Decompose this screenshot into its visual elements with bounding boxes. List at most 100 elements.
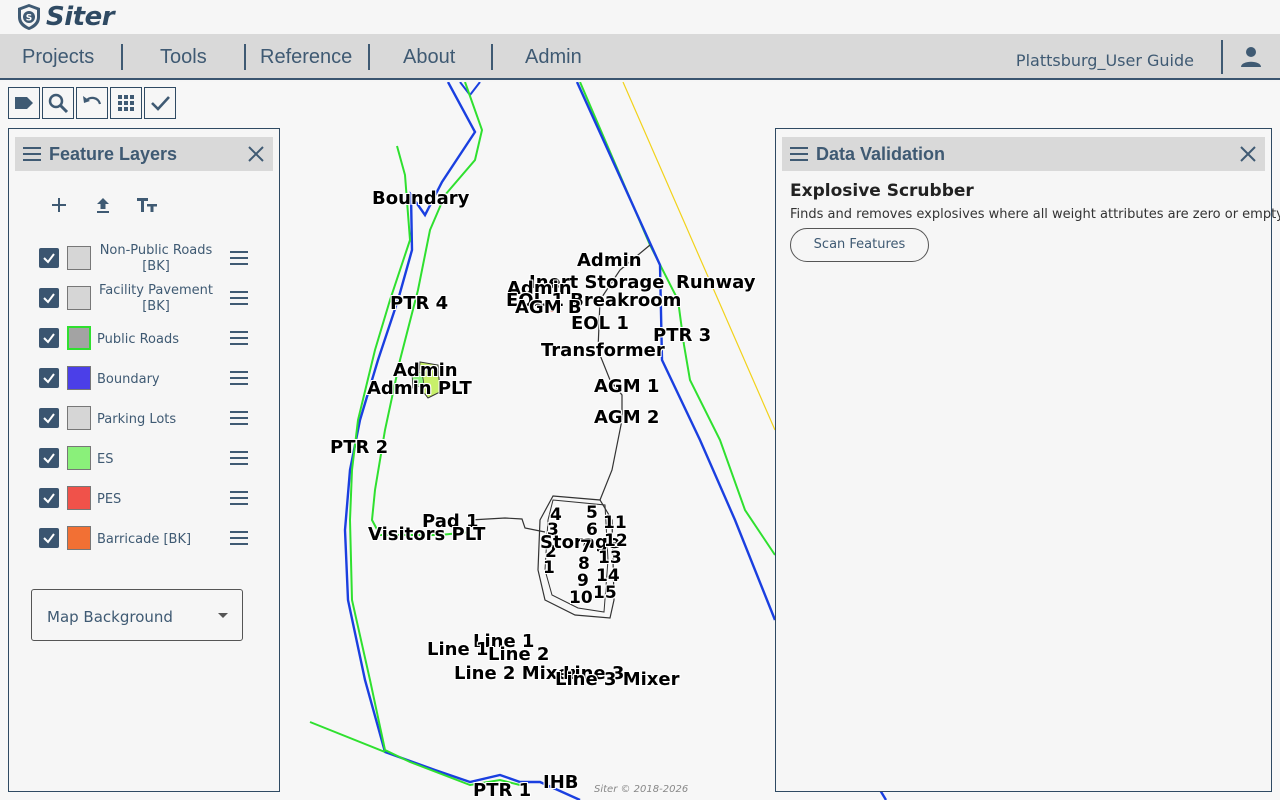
layer-checkbox[interactable] <box>39 408 59 428</box>
close-icon[interactable] <box>247 145 265 163</box>
drag-handle-icon[interactable] <box>230 370 248 386</box>
caret-down-icon <box>218 613 228 618</box>
undo-tool-button[interactable] <box>76 87 108 119</box>
layer-row[interactable]: Parking Lots <box>39 401 254 437</box>
map-label[interactable]: Line 3 Mixer <box>555 669 680 690</box>
check-icon <box>43 333 55 344</box>
map-label[interactable]: EOL 1 <box>571 313 629 334</box>
validate-tool-button[interactable] <box>144 87 176 119</box>
project-name[interactable]: Plattsburg_User Guide <box>1016 34 1194 88</box>
scan-features-button[interactable]: Scan Features <box>790 228 929 262</box>
map-label[interactable]: Boundary <box>372 188 469 209</box>
layer-row[interactable]: Public Roads <box>39 321 254 357</box>
drag-handle-icon[interactable] <box>230 290 248 306</box>
menu-admin[interactable]: Admin <box>525 34 582 78</box>
close-icon[interactable] <box>1239 145 1257 163</box>
map-label[interactable]: 15 <box>593 583 617 603</box>
map-label[interactable]: Line 1 <box>427 639 488 660</box>
drag-handle-icon[interactable] <box>230 330 248 346</box>
layer-swatch <box>67 486 91 510</box>
search-icon <box>48 93 69 114</box>
panel-header: Data Validation <box>782 137 1265 171</box>
menu-icon[interactable] <box>790 146 808 162</box>
layer-checkbox[interactable] <box>39 488 59 508</box>
text-size-button[interactable] <box>135 193 159 217</box>
map-label[interactable]: 10 <box>569 588 593 608</box>
check-icon <box>151 96 170 111</box>
panel-title: Feature Layers <box>49 144 178 164</box>
map-label[interactable]: Transformer <box>541 340 665 361</box>
logo-bar: S Siter <box>0 0 1280 34</box>
tool-title: Explosive Scrubber <box>790 181 974 201</box>
map-label[interactable]: Admin PLT <box>367 378 472 399</box>
data-validation-panel: Data Validation Explosive Scrubber Finds… <box>775 128 1280 792</box>
menu-separator <box>368 44 370 70</box>
drag-handle-icon[interactable] <box>230 530 248 546</box>
upload-icon <box>97 198 109 213</box>
layer-checkbox[interactable] <box>39 528 59 548</box>
siter-logo-icon: S <box>18 4 40 30</box>
layer-row[interactable]: ES <box>39 441 254 477</box>
layer-tools <box>47 193 159 217</box>
upload-layer-button[interactable] <box>91 193 115 217</box>
map-label[interactable]: Visitors PLT <box>368 524 485 545</box>
map-label[interactable]: AGM 1 <box>594 376 659 397</box>
menu-reference[interactable]: Reference <box>260 34 352 78</box>
layer-swatch <box>67 526 91 550</box>
drag-handle-icon[interactable] <box>230 250 248 266</box>
menu-about[interactable]: About <box>403 34 455 78</box>
map-label[interactable]: PTR 4 <box>390 293 448 314</box>
layer-row[interactable]: PES <box>39 481 254 517</box>
add-layer-button[interactable] <box>47 193 71 217</box>
menu-separator <box>244 44 246 70</box>
map-label[interactable]: PTR 2 <box>330 437 388 458</box>
layer-row[interactable]: Barricade [BK] <box>39 521 254 557</box>
map-label[interactable]: Runway <box>676 272 755 293</box>
menu-bar: Projects Tools Reference About Admin Pla… <box>0 34 1280 80</box>
svg-text:S: S <box>26 14 32 24</box>
menu-tools[interactable]: Tools <box>160 34 207 78</box>
layer-swatch <box>67 286 91 310</box>
layer-row[interactable]: Facility Pavement [BK] <box>39 281 254 317</box>
layer-swatch <box>67 366 91 390</box>
check-icon <box>43 453 55 464</box>
layer-name: Facility Pavement [BK] <box>98 283 214 314</box>
app-name: Siter <box>46 2 115 32</box>
layer-swatch <box>67 406 91 430</box>
layer-checkbox[interactable] <box>39 288 59 308</box>
menu-projects[interactable]: Projects <box>22 34 94 78</box>
check-icon <box>43 293 55 304</box>
layer-name: Boundary <box>97 371 160 387</box>
map-background-select[interactable]: Map Background <box>31 589 243 641</box>
menu-separator <box>121 44 123 70</box>
map-label[interactable]: Line 2 <box>488 644 549 665</box>
map-label[interactable]: Admin <box>577 250 642 271</box>
drag-handle-icon[interactable] <box>230 490 248 506</box>
drag-handle-icon[interactable] <box>230 410 248 426</box>
layer-checkbox[interactable] <box>39 248 59 268</box>
layer-row[interactable]: Boundary <box>39 361 254 397</box>
grid-tool-button[interactable] <box>110 87 142 119</box>
layer-checkbox[interactable] <box>39 368 59 388</box>
layer-swatch <box>67 246 91 270</box>
layer-swatch <box>67 446 91 470</box>
check-icon <box>43 413 55 424</box>
tool-description: Finds and removes explosives where all w… <box>790 207 1280 222</box>
user-icon[interactable] <box>1240 46 1262 68</box>
map-label[interactable]: 13 <box>598 548 622 568</box>
grid-icon <box>118 95 134 111</box>
map-label[interactable]: 1 <box>543 558 555 578</box>
map-label[interactable]: IHB <box>543 772 578 793</box>
map-label[interactable]: PTR 1 <box>473 780 531 800</box>
layer-name: ES <box>97 451 114 467</box>
drag-handle-icon[interactable] <box>230 450 248 466</box>
search-tool-button[interactable] <box>42 87 74 119</box>
text-size-icon <box>137 198 157 212</box>
layer-checkbox[interactable] <box>39 328 59 348</box>
layer-row[interactable]: Non-Public Roads [BK] <box>39 241 254 277</box>
label-tool-button[interactable] <box>8 87 40 119</box>
layer-checkbox[interactable] <box>39 448 59 468</box>
map-label[interactable]: AGM 2 <box>594 407 659 428</box>
menu-icon[interactable] <box>23 146 41 162</box>
map-label[interactable]: 11 <box>603 513 627 533</box>
